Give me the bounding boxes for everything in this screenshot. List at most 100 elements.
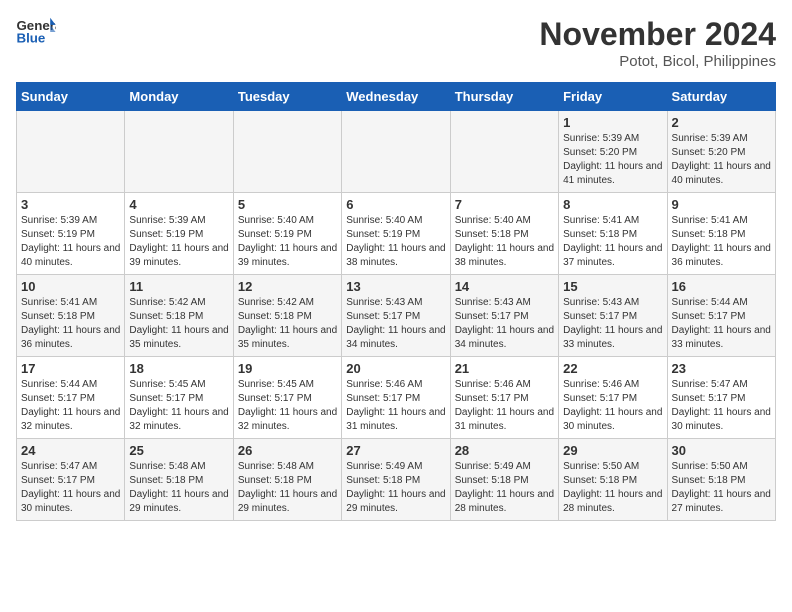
day-info: Sunrise: 5:47 AM Sunset: 5:17 PM Dayligh…	[672, 378, 771, 434]
month-title: November 2024	[539, 16, 776, 53]
calendar-day-cell: 11 Sunrise: 5:42 AM Sunset: 5:18 PM Dayli…	[125, 275, 233, 357]
calendar-week-row: 24 Sunrise: 5:47 AM Sunset: 5:17 PM Dayli…	[17, 439, 776, 521]
calendar-day-cell: 10 Sunrise: 5:41 AM Sunset: 5:18 PM Dayli…	[17, 275, 125, 357]
day-number: 19	[238, 361, 337, 376]
calendar-day-cell: 22 Sunrise: 5:46 AM Sunset: 5:17 PM Dayli…	[559, 357, 667, 439]
day-number: 11	[129, 279, 228, 294]
day-of-week-header: Friday	[559, 83, 667, 111]
day-number: 21	[455, 361, 554, 376]
calendar-day-cell: 20Sunrise: 5:46 AM Sunset: 5:17 PM Dayli…	[342, 357, 450, 439]
day-info: Sunrise: 5:45 AM Sunset: 5:17 PM Dayligh…	[129, 378, 228, 434]
day-info: Sunrise: 5:43 AM Sunset: 5:17 PM Dayligh…	[346, 296, 445, 352]
day-info: Sunrise: 5:47 AM Sunset: 5:17 PM Dayligh…	[21, 460, 120, 516]
calendar-day-cell: 9 Sunrise: 5:41 AM Sunset: 5:18 PM Daylig…	[667, 193, 775, 275]
day-number: 7	[455, 197, 554, 212]
day-number: 14	[455, 279, 554, 294]
day-info: Sunrise: 5:49 AM Sunset: 5:18 PM Dayligh…	[455, 460, 554, 516]
calendar-day-cell: 23 Sunrise: 5:47 AM Sunset: 5:17 PM Dayli…	[667, 357, 775, 439]
day-of-week-header: Wednesday	[342, 83, 450, 111]
calendar-day-cell: 28 Sunrise: 5:49 AM Sunset: 5:18 PM Dayli…	[450, 439, 558, 521]
day-info: Sunrise: 5:43 AM Sunset: 5:17 PM Dayligh…	[563, 296, 662, 352]
day-number: 22	[563, 361, 662, 376]
day-info: Sunrise: 5:41 AM Sunset: 5:18 PM Dayligh…	[21, 296, 120, 352]
day-number: 30	[672, 443, 771, 458]
day-number: 5	[238, 197, 337, 212]
calendar-day-cell: 26 Sunrise: 5:48 AM Sunset: 5:18 PM Dayli…	[233, 439, 341, 521]
day-info: Sunrise: 5:45 AM Sunset: 5:17 PM Dayligh…	[238, 378, 337, 434]
day-number: 27	[346, 443, 445, 458]
day-info: Sunrise: 5:39 AM Sunset: 5:20 PM Dayligh…	[563, 132, 662, 188]
calendar-day-cell	[342, 111, 450, 193]
calendar-day-cell: 16 Sunrise: 5:44 AM Sunset: 5:17 PM Dayli…	[667, 275, 775, 357]
day-of-week-header: Thursday	[450, 83, 558, 111]
day-number: 10	[21, 279, 120, 294]
day-info: Sunrise: 5:44 AM Sunset: 5:17 PM Dayligh…	[21, 378, 120, 434]
day-of-week-header: Tuesday	[233, 83, 341, 111]
calendar-day-cell	[125, 111, 233, 193]
calendar-day-cell: 18 Sunrise: 5:45 AM Sunset: 5:17 PM Dayli…	[125, 357, 233, 439]
day-number: 3	[21, 197, 120, 212]
calendar-week-row: 17 Sunrise: 5:44 AM Sunset: 5:17 PM Dayli…	[17, 357, 776, 439]
days-header-row: SundayMondayTuesdayWednesdayThursdayFrid…	[17, 83, 776, 111]
day-info: Sunrise: 5:42 AM Sunset: 5:18 PM Dayligh…	[129, 296, 228, 352]
day-number: 2	[672, 115, 771, 130]
day-number: 23	[672, 361, 771, 376]
calendar-day-cell: 12Sunrise: 5:42 AM Sunset: 5:18 PM Dayli…	[233, 275, 341, 357]
day-info: Sunrise: 5:42 AM Sunset: 5:18 PM Dayligh…	[238, 296, 337, 352]
day-info: Sunrise: 5:48 AM Sunset: 5:18 PM Dayligh…	[129, 460, 228, 516]
day-info: Sunrise: 5:49 AM Sunset: 5:18 PM Dayligh…	[346, 460, 445, 516]
day-info: Sunrise: 5:39 AM Sunset: 5:19 PM Dayligh…	[21, 214, 120, 270]
calendar-day-cell: 25 Sunrise: 5:48 AM Sunset: 5:18 PM Dayli…	[125, 439, 233, 521]
calendar-day-cell: 21 Sunrise: 5:46 AM Sunset: 5:17 PM Dayli…	[450, 357, 558, 439]
day-number: 16	[672, 279, 771, 294]
day-number: 25	[129, 443, 228, 458]
calendar-day-cell: 30 Sunrise: 5:50 AM Sunset: 5:18 PM Dayli…	[667, 439, 775, 521]
logo-icon: General Blue	[16, 16, 56, 48]
day-number: 15	[563, 279, 662, 294]
day-number: 9	[672, 197, 771, 212]
calendar-day-cell: 24 Sunrise: 5:47 AM Sunset: 5:17 PM Dayli…	[17, 439, 125, 521]
calendar-day-cell: 14 Sunrise: 5:43 AM Sunset: 5:17 PM Dayli…	[450, 275, 558, 357]
day-number: 24	[21, 443, 120, 458]
logo: General Blue	[16, 16, 60, 48]
page-header: General Blue November 2024 Potot, Bicol,…	[16, 16, 776, 70]
day-info: Sunrise: 5:43 AM Sunset: 5:17 PM Dayligh…	[455, 296, 554, 352]
day-number: 26	[238, 443, 337, 458]
day-of-week-header: Monday	[125, 83, 233, 111]
day-number: 4	[129, 197, 228, 212]
calendar-table: SundayMondayTuesdayWednesdayThursdayFrid…	[16, 82, 776, 521]
day-info: Sunrise: 5:50 AM Sunset: 5:18 PM Dayligh…	[672, 460, 771, 516]
day-number: 1	[563, 115, 662, 130]
calendar-week-row: 10 Sunrise: 5:41 AM Sunset: 5:18 PM Dayli…	[17, 275, 776, 357]
day-info: Sunrise: 5:44 AM Sunset: 5:17 PM Dayligh…	[672, 296, 771, 352]
calendar-day-cell	[17, 111, 125, 193]
calendar-day-cell: 27 Sunrise: 5:49 AM Sunset: 5:18 PM Dayli…	[342, 439, 450, 521]
day-number: 29	[563, 443, 662, 458]
calendar-day-cell: 29 Sunrise: 5:50 AM Sunset: 5:18 PM Dayli…	[559, 439, 667, 521]
svg-text:Blue: Blue	[16, 31, 45, 46]
day-info: Sunrise: 5:46 AM Sunset: 5:17 PM Dayligh…	[563, 378, 662, 434]
calendar-day-cell: 2 Sunrise: 5:39 AM Sunset: 5:20 PM Daylig…	[667, 111, 775, 193]
calendar-day-cell	[450, 111, 558, 193]
day-of-week-header: Saturday	[667, 83, 775, 111]
day-number: 17	[21, 361, 120, 376]
day-number: 18	[129, 361, 228, 376]
location: Potot, Bicol, Philippines	[539, 53, 776, 70]
day-info: Sunrise: 5:39 AM Sunset: 5:20 PM Dayligh…	[672, 132, 771, 188]
day-info: Sunrise: 5:46 AM Sunset: 5:17 PM Dayligh…	[455, 378, 554, 434]
calendar-day-cell: 17 Sunrise: 5:44 AM Sunset: 5:17 PM Dayli…	[17, 357, 125, 439]
day-number: 28	[455, 443, 554, 458]
day-info: Sunrise: 5:48 AM Sunset: 5:18 PM Dayligh…	[238, 460, 337, 516]
day-info: Sunrise: 5:46 AM Sunset: 5:17 PM Dayligh…	[346, 378, 445, 434]
calendar-day-cell: 5 Sunrise: 5:40 AM Sunset: 5:19 PM Daylig…	[233, 193, 341, 275]
day-info: Sunrise: 5:40 AM Sunset: 5:18 PM Dayligh…	[455, 214, 554, 270]
day-number: 8	[563, 197, 662, 212]
calendar-week-row: 3 Sunrise: 5:39 AM Sunset: 5:19 PM Daylig…	[17, 193, 776, 275]
day-info: Sunrise: 5:50 AM Sunset: 5:18 PM Dayligh…	[563, 460, 662, 516]
day-info: Sunrise: 5:41 AM Sunset: 5:18 PM Dayligh…	[672, 214, 771, 270]
day-of-week-header: Sunday	[17, 83, 125, 111]
calendar-day-cell: 19 Sunrise: 5:45 AM Sunset: 5:17 PM Dayli…	[233, 357, 341, 439]
calendar-day-cell: 13Sunrise: 5:43 AM Sunset: 5:17 PM Dayli…	[342, 275, 450, 357]
day-info: Sunrise: 5:40 AM Sunset: 5:19 PM Dayligh…	[238, 214, 337, 270]
calendar-day-cell: 15 Sunrise: 5:43 AM Sunset: 5:17 PM Dayli…	[559, 275, 667, 357]
